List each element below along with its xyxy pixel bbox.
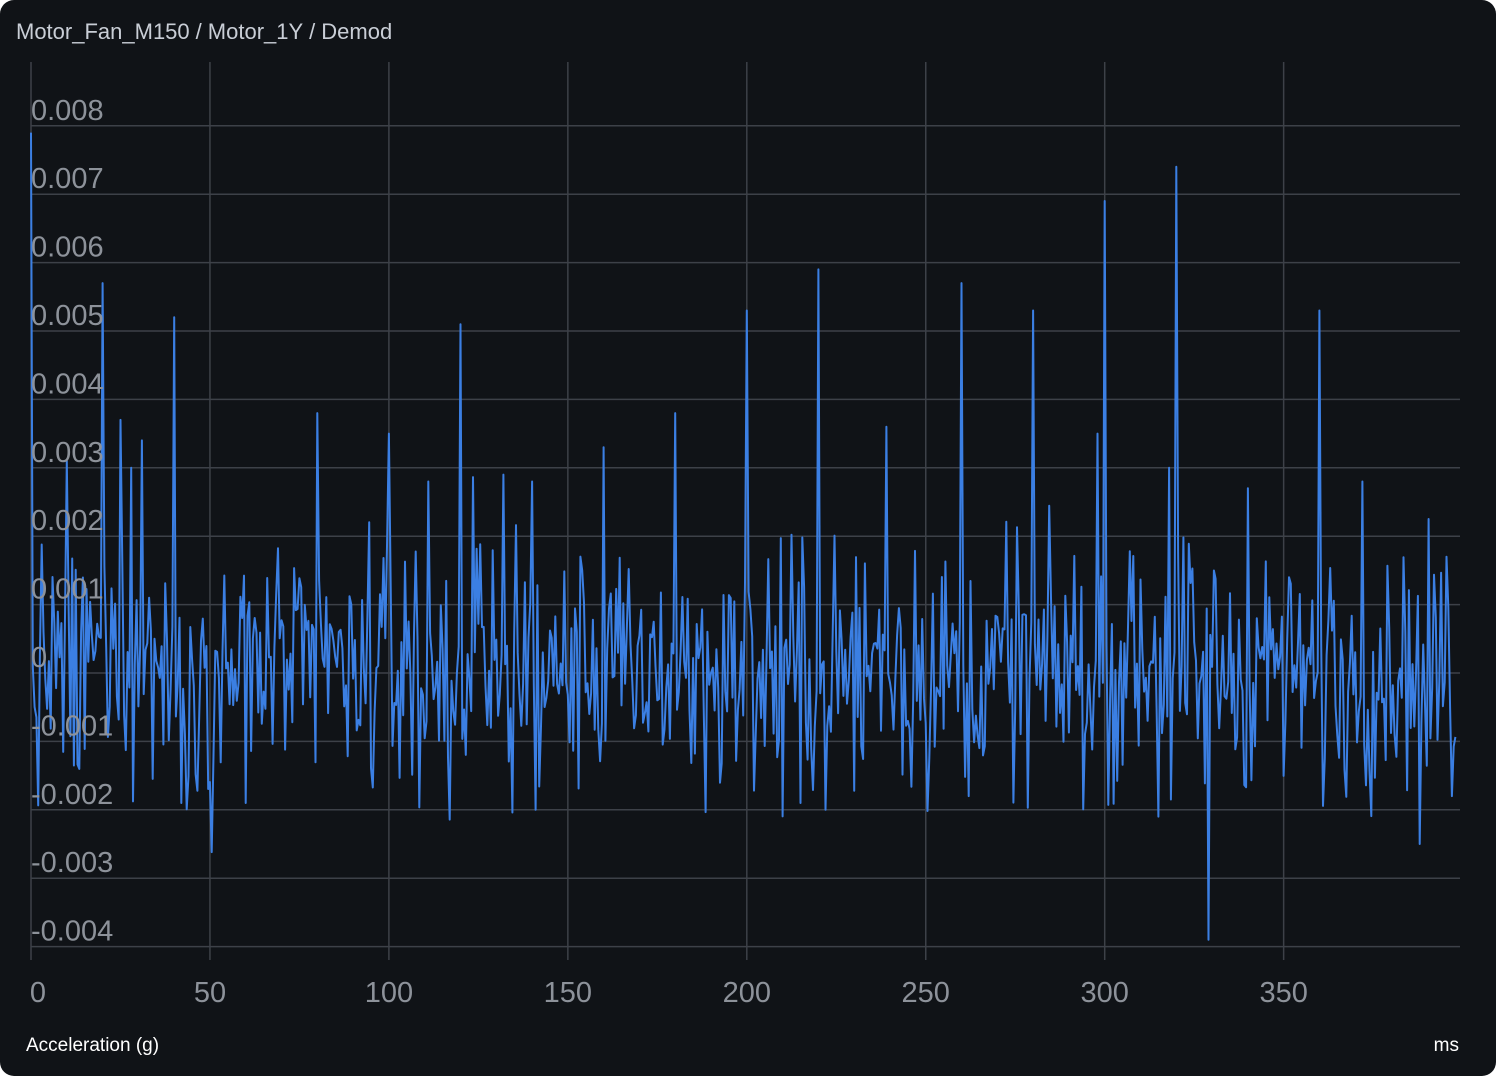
y-tick-label: 0.008 bbox=[31, 95, 104, 127]
y-tick-label: 0.005 bbox=[31, 300, 104, 332]
x-tick-label: 50 bbox=[194, 977, 226, 1009]
y-tick-label: 0 bbox=[31, 642, 47, 674]
y-tick-label: 0.001 bbox=[31, 574, 104, 606]
x-tick-label: 200 bbox=[723, 977, 771, 1009]
x-tick-label: 0 bbox=[30, 977, 46, 1009]
x-tick-label: 150 bbox=[544, 977, 592, 1009]
y-tick-label: -0.004 bbox=[31, 916, 113, 948]
y-tick-label: -0.002 bbox=[31, 779, 113, 811]
y-tick-label: 0.003 bbox=[31, 437, 104, 469]
y-tick-label: 0.002 bbox=[31, 505, 104, 537]
x-axis-label: ms bbox=[1433, 1035, 1459, 1056]
waveform-plot[interactable]: 0.008 0.007 0.006 0.005 0.004 0.003 0.002 0.001… bbox=[0, 0, 1496, 1076]
x-tick-label: 300 bbox=[1081, 977, 1129, 1009]
y-axis-label: Acceleration (g) bbox=[26, 1035, 160, 1056]
y-tick-label: -0.003 bbox=[31, 847, 113, 879]
y-tick-label: 0.007 bbox=[31, 163, 104, 195]
x-tick-label: 350 bbox=[1259, 977, 1307, 1009]
y-tick-label: 0.006 bbox=[31, 232, 104, 264]
y-tick-label: 0.004 bbox=[31, 368, 104, 400]
x-tick-label: 250 bbox=[902, 977, 950, 1009]
chart-panel: Motor_Fan_M150/Motor_1Y / Demod 0.008 0.007… bbox=[0, 0, 1496, 1076]
x-tick-label: 100 bbox=[365, 977, 413, 1009]
y-tick-label: -0.001 bbox=[31, 710, 113, 742]
